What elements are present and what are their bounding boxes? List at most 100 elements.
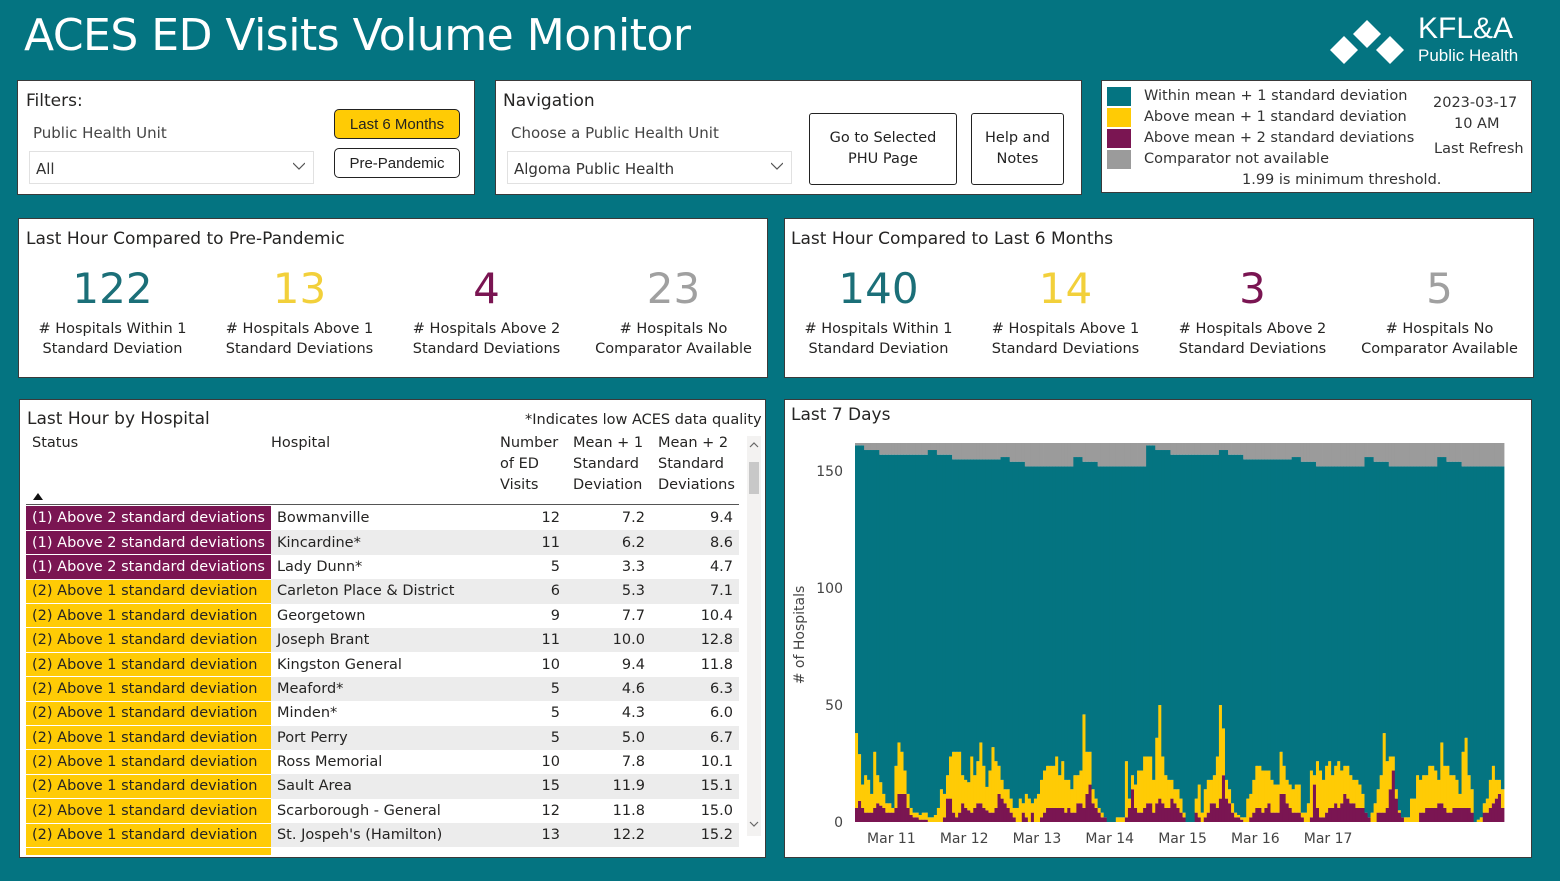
bar-above2[interactable] [955, 817, 959, 822]
bar-na[interactable] [930, 443, 935, 451]
bar-above1[interactable] [942, 793, 947, 818]
bar-above2[interactable] [1437, 803, 1441, 822]
bar-above2[interactable] [1461, 807, 1465, 822]
bar-above2[interactable] [1231, 812, 1235, 822]
bar-above1[interactable] [1479, 817, 1484, 822]
bar-na[interactable] [1391, 443, 1396, 467]
bar-above2[interactable] [873, 807, 877, 822]
bar-above2[interactable] [1009, 812, 1014, 822]
bar-na[interactable] [1167, 443, 1171, 451]
bar-na[interactable] [1255, 443, 1259, 460]
bar-above2[interactable] [1312, 784, 1317, 822]
bar-na[interactable] [1431, 443, 1435, 467]
bar-within[interactable] [1416, 466, 1420, 776]
bar-above2[interactable] [1179, 812, 1183, 822]
bar-above1[interactable] [1309, 770, 1314, 818]
bar-within[interactable] [1209, 454, 1214, 780]
bar-above1[interactable] [1079, 770, 1083, 804]
bar-above2[interactable] [982, 807, 986, 822]
bar-na[interactable] [1212, 443, 1217, 455]
bar-na[interactable] [1303, 443, 1308, 462]
bar-within[interactable] [1164, 450, 1168, 776]
bar-within[interactable] [939, 454, 944, 790]
bar-above2[interactable] [1279, 793, 1284, 822]
bar-within[interactable] [1221, 450, 1226, 729]
bar-within[interactable] [952, 459, 956, 752]
bar-within[interactable] [1064, 466, 1068, 780]
bar-above1[interactable] [988, 770, 992, 813]
bar-above1[interactable] [1058, 775, 1062, 808]
table-row[interactable]: (2) Above 1 standard deviation Scarboroug… [26, 798, 739, 824]
bar-na[interactable] [1127, 443, 1132, 467]
bar-above1[interactable] [1152, 779, 1156, 813]
bar-within[interactable] [1458, 461, 1462, 794]
bar-above1[interactable] [961, 775, 965, 804]
bar-within[interactable] [1043, 466, 1047, 771]
phu-filter-dropdown[interactable]: All [29, 151, 314, 184]
bar-above2[interactable] [918, 819, 923, 822]
bar-above2[interactable] [888, 812, 892, 822]
bar-within[interactable] [1000, 457, 1005, 780]
bar-above1[interactable] [1343, 765, 1347, 794]
bar-na[interactable] [1279, 443, 1284, 460]
bar-na[interactable] [991, 443, 995, 460]
bar-above2[interactable] [1276, 812, 1280, 822]
bar-above2[interactable] [1419, 812, 1423, 822]
bar-na[interactable] [970, 443, 974, 460]
bar-na[interactable] [1440, 443, 1444, 458]
bar-within[interactable] [964, 459, 968, 780]
bar-within[interactable] [1185, 454, 1189, 822]
bar-na[interactable] [1000, 443, 1005, 458]
bar-above1[interactable] [1167, 779, 1171, 808]
bar-above1[interactable] [918, 814, 923, 820]
bar-within[interactable] [1452, 461, 1456, 776]
bar-above1[interactable] [1061, 761, 1065, 808]
bar-above1[interactable] [861, 784, 865, 808]
table-row[interactable]: (2) Above 1 standard deviation Carleton P… [26, 579, 739, 605]
bar-within[interactable] [1294, 457, 1299, 785]
bar-above1[interactable] [1243, 817, 1247, 822]
bar-within[interactable] [1270, 459, 1274, 780]
bar-within[interactable] [949, 454, 953, 757]
bar-within[interactable] [1343, 466, 1347, 766]
bar-na[interactable] [979, 443, 983, 460]
bar-above2[interactable] [1237, 817, 1241, 822]
bar-above2[interactable] [1334, 803, 1338, 822]
bar-above1[interactable] [1261, 770, 1265, 813]
bar-above2[interactable] [1161, 803, 1165, 822]
bar-na[interactable] [1082, 443, 1086, 462]
bar-na[interactable] [1173, 443, 1177, 455]
bar-above2[interactable] [942, 817, 947, 822]
bar-above1[interactable] [1312, 775, 1317, 785]
bar-na[interactable] [894, 443, 898, 455]
bar-na[interactable] [858, 443, 862, 446]
bar-above2[interactable] [988, 812, 992, 822]
bar-within[interactable] [1367, 457, 1371, 818]
bar-na[interactable] [1264, 443, 1268, 460]
bar-within[interactable] [1137, 466, 1141, 771]
bar-within[interactable] [1188, 454, 1193, 822]
bar-na[interactable] [1188, 443, 1193, 455]
bar-na[interactable] [1164, 443, 1168, 451]
bar-na[interactable] [1434, 443, 1438, 467]
bar-above1[interactable] [1443, 765, 1447, 808]
bar-na[interactable] [1221, 443, 1226, 451]
bar-within[interactable] [1288, 459, 1293, 785]
bar-above2[interactable] [1388, 789, 1393, 822]
bar-within[interactable] [1182, 454, 1186, 813]
bar-above1[interactable] [1288, 784, 1293, 808]
bar-above1[interactable] [1328, 761, 1332, 808]
bar-na[interactable] [1273, 443, 1277, 460]
bar-above1[interactable] [1276, 784, 1280, 813]
bar-above1[interactable] [912, 812, 917, 818]
bar-within[interactable] [1046, 466, 1050, 766]
bar-above2[interactable] [900, 793, 904, 822]
bar-within[interactable] [1488, 466, 1493, 780]
bar-na[interactable] [924, 443, 929, 455]
bar-above1[interactable] [897, 742, 901, 794]
bar-above1[interactable] [1203, 789, 1208, 818]
bar-above1[interactable] [879, 782, 883, 806]
bar-within[interactable] [1143, 466, 1147, 757]
bar-above2[interactable] [997, 793, 1001, 822]
bar-above2[interactable] [1155, 803, 1159, 822]
